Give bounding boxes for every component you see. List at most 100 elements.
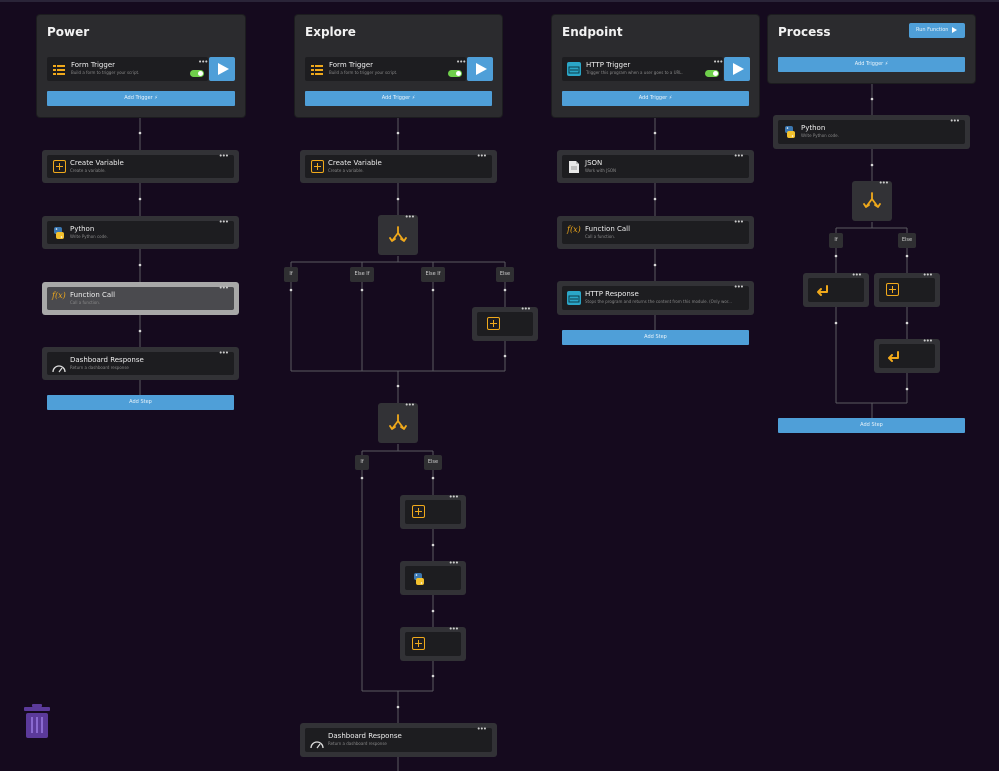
run-trigger-button[interactable] (209, 57, 235, 81)
step-python[interactable]: Python Write Python code. ••• (773, 115, 970, 149)
plus-square-icon (412, 505, 425, 518)
branch-icon (863, 191, 881, 215)
step-description: Stops the program and returns the conten… (585, 299, 732, 304)
branch-if-label[interactable]: If (829, 233, 843, 248)
step-json[interactable]: JSON Work with JSON ••• (557, 150, 754, 183)
bolt-icon: ⚡ (411, 95, 416, 101)
step-name: Python (801, 124, 826, 132)
run-function-button[interactable]: Run Function (909, 23, 965, 38)
step-description: Return a dashboard response (328, 741, 387, 746)
step-description: Work with JSON (585, 168, 617, 173)
http-icon (567, 291, 581, 305)
step-body (879, 278, 935, 302)
http-trigger-node[interactable]: HTTP Trigger Trigger this program when a… (562, 57, 750, 81)
branch-menu-button[interactable]: ••• (405, 401, 415, 409)
add-step-button[interactable]: Add Step (778, 418, 965, 433)
step-create-variable[interactable]: Create Variable Create a variable. ••• (300, 150, 497, 183)
python-icon (783, 124, 797, 138)
step-python[interactable]: Python Write Python code. ••• (42, 216, 239, 249)
run-trigger-button[interactable] (724, 57, 750, 81)
step-name: Function Call (70, 291, 116, 299)
step-menu-button[interactable]: ••• (923, 271, 933, 279)
trigger-menu-button[interactable]: ••• (456, 58, 466, 66)
step-body: f(x) Function Call Call a function. ••• (562, 218, 749, 244)
column-title: Explore (305, 25, 356, 39)
step-menu-button[interactable]: ••• (449, 625, 459, 633)
python-icon (52, 225, 66, 239)
return-arrow-icon (815, 283, 829, 302)
add-trigger-button[interactable]: Add Trigger ⚡ (47, 91, 235, 106)
step-name: JSON (585, 159, 603, 167)
add-trigger-button[interactable]: Add Trigger ⚡ (778, 57, 965, 72)
step-create-variable[interactable]: Create Variable Create a variable. ••• (42, 150, 239, 183)
branch-else-label[interactable]: Else (496, 267, 514, 282)
step-menu-button[interactable]: ••• (219, 349, 229, 357)
step-menu-button[interactable]: ••• (734, 218, 744, 226)
column-explore: Explore Form Trigger Build a form to tri… (295, 15, 502, 117)
branch-node[interactable]: ••• (852, 179, 892, 221)
step-function-call-selected[interactable]: f(x) Function Call Call a function. ••• (42, 282, 239, 315)
trigger-name: Form Trigger (329, 61, 373, 69)
step-function-call[interactable]: f(x) Function Call Call a function. ••• (557, 216, 754, 249)
branch-else-if-label[interactable]: Else If (350, 267, 374, 282)
step-http-response[interactable]: HTTP Response Stops the program and retu… (557, 281, 754, 315)
run-trigger-button[interactable] (467, 57, 493, 81)
trigger-enabled-toggle[interactable] (448, 70, 462, 77)
branch-menu-button[interactable]: ••• (879, 179, 889, 187)
step-dashboard-response[interactable]: Dashboard Response Return a dashboard re… (300, 723, 497, 757)
add-step-button[interactable]: Add Step (562, 330, 749, 345)
step-name: Function Call (585, 225, 631, 233)
branch-icon (389, 413, 407, 437)
step-menu-button[interactable]: ••• (734, 152, 744, 160)
add-trigger-button[interactable]: Add Trigger ⚡ (562, 91, 749, 106)
step-menu-button[interactable]: ••• (477, 152, 487, 160)
step-menu-button[interactable]: ••• (219, 152, 229, 160)
add-step-button[interactable]: Add Step (47, 395, 234, 410)
trigger-menu-button[interactable]: ••• (713, 58, 723, 66)
trigger-description: Trigger this program when a user goes to… (586, 70, 683, 75)
step-python-mini[interactable]: ••• (400, 559, 466, 595)
branch-else-if-label[interactable]: Else If (421, 267, 445, 282)
step-menu-button[interactable]: ••• (219, 284, 229, 292)
trigger-enabled-toggle[interactable] (705, 70, 719, 77)
step-description: Write Python code. (801, 133, 839, 138)
step-return-mini[interactable]: ••• (874, 337, 940, 373)
step-menu-button[interactable]: ••• (449, 559, 459, 567)
form-icon (310, 62, 324, 76)
step-menu-button[interactable]: ••• (521, 305, 531, 313)
add-trigger-button[interactable]: Add Trigger ⚡ (305, 91, 492, 106)
step-create-variable-mini[interactable]: ••• (874, 271, 940, 307)
step-return-mini[interactable]: ••• (803, 271, 869, 307)
branch-if-label[interactable]: If (284, 267, 298, 282)
branch-if-label[interactable]: If (355, 455, 369, 470)
column-title: Power (47, 25, 90, 39)
step-dashboard-response[interactable]: Dashboard Response Return a dashboard re… (42, 347, 239, 380)
step-create-variable-mini[interactable]: ••• (472, 305, 538, 341)
form-trigger-node[interactable]: Form Trigger Build a form to trigger you… (47, 57, 235, 81)
step-menu-button[interactable]: ••• (734, 283, 744, 291)
step-create-variable-mini[interactable]: ••• (400, 625, 466, 661)
branch-else-label[interactable]: Else (898, 233, 916, 248)
step-menu-button[interactable]: ••• (923, 337, 933, 345)
step-body: Create Variable Create a variable. ••• (47, 152, 234, 178)
step-menu-button[interactable]: ••• (950, 117, 960, 125)
step-menu-button[interactable]: ••• (852, 271, 862, 279)
step-create-variable-mini[interactable]: ••• (400, 493, 466, 529)
column-title: Endpoint (562, 25, 623, 39)
step-body (808, 278, 864, 302)
step-description: Write Python code. (70, 234, 108, 239)
branch-node[interactable]: ••• (378, 213, 418, 255)
trigger-enabled-toggle[interactable] (190, 70, 204, 77)
trigger-menu-button[interactable]: ••• (198, 58, 208, 66)
step-menu-button[interactable]: ••• (219, 218, 229, 226)
branch-menu-button[interactable]: ••• (405, 213, 415, 221)
branch-else-label[interactable]: Else (424, 455, 442, 470)
step-menu-button[interactable]: ••• (477, 725, 487, 733)
trigger-description: Build a form to trigger your script. (71, 70, 140, 75)
branch-node[interactable]: ••• (378, 401, 418, 443)
gauge-icon (310, 734, 324, 749)
step-menu-button[interactable]: ••• (449, 493, 459, 501)
trash-icon[interactable] (24, 704, 50, 738)
form-trigger-node[interactable]: Form Trigger Build a form to trigger you… (305, 57, 493, 81)
column-endpoint: Endpoint HTTP Trigger Trigger this progr… (552, 15, 759, 117)
